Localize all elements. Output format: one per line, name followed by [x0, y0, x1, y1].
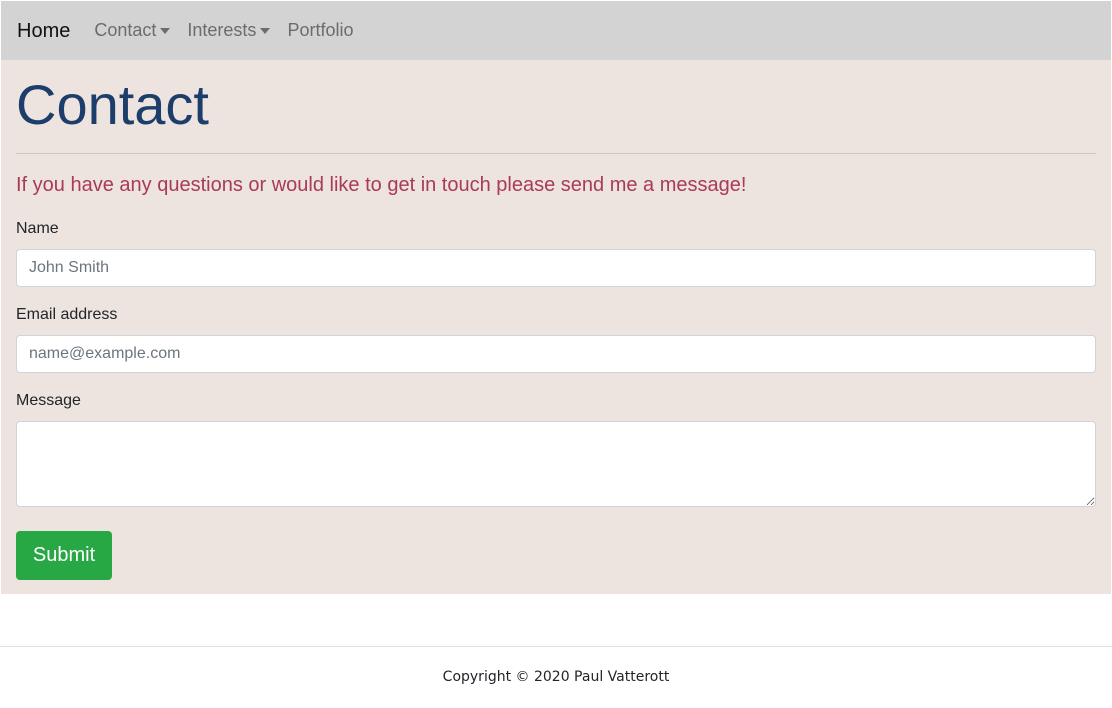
nav-interests-dropdown[interactable]: Interests [187, 20, 271, 41]
message-label: Message [16, 392, 81, 409]
nav-home-link[interactable]: Home [17, 18, 70, 43]
name-label: Name [16, 220, 59, 237]
message-textarea[interactable] [16, 421, 1096, 507]
page-title: Contact [16, 73, 209, 136]
footer-divider [0, 646, 1112, 647]
email-label: Email address [16, 306, 118, 323]
contact-section: Contact If you have any questions or wou… [1, 60, 1111, 594]
submit-button[interactable]: Submit [16, 531, 112, 580]
nav-portfolio-label: Portfolio [287, 20, 354, 40]
nav-interests-label: Interests [187, 20, 257, 40]
lead-text: If you have any questions or would like … [16, 174, 747, 196]
caret-down-icon [160, 28, 171, 34]
divider [16, 153, 1096, 154]
name-input[interactable] [16, 249, 1096, 287]
caret-down-icon [260, 28, 271, 34]
nav-portfolio-link[interactable]: Portfolio [287, 20, 353, 41]
footer-copyright: Copyright © 2020 Paul Vatterott [442, 669, 670, 685]
nav-contact-label: Contact [94, 20, 157, 40]
email-input[interactable] [16, 335, 1096, 373]
nav-contact-dropdown[interactable]: Contact [94, 20, 171, 41]
navbar: Home Contact Interests Portfolio [1, 1, 1111, 60]
